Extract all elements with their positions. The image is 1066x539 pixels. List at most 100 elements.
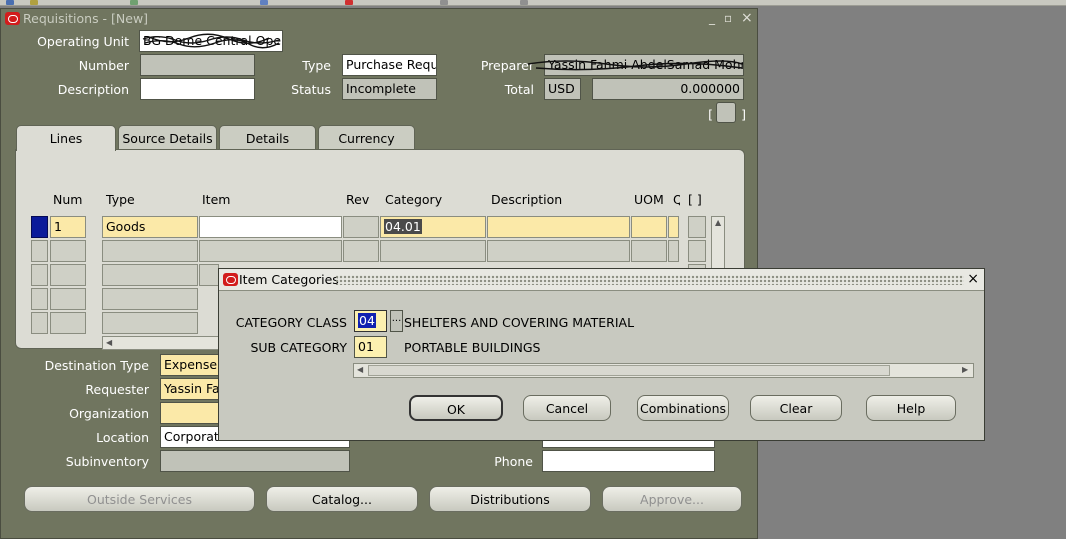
line-category-cell[interactable]: 04.01 <box>380 216 486 238</box>
titlebar-texture <box>335 275 964 285</box>
sub-category-field[interactable]: 01 <box>354 336 387 358</box>
line-num-cell[interactable]: 1 <box>50 216 86 238</box>
phone-field[interactable] <box>542 450 715 472</box>
window-titlebar: Requisitions - [New] _ ▫ × <box>1 9 757 29</box>
scroll-up-icon[interactable]: ▲ <box>715 218 721 227</box>
scrollbar-thumb[interactable] <box>368 365 890 376</box>
toolbar-icon[interactable] <box>345 0 353 5</box>
line-item-cell[interactable] <box>199 216 342 238</box>
minimize-icon[interactable]: _ <box>709 11 715 25</box>
column-header-rev: Rev <box>346 192 370 207</box>
column-header-type: Type <box>106 192 135 207</box>
item-categories-dialog: Item Categories × CATEGORY CLASS 04 ... … <box>218 268 985 441</box>
number-field[interactable] <box>140 54 255 76</box>
clear-button[interactable]: Clear <box>750 395 842 421</box>
close-icon[interactable]: × <box>967 271 979 287</box>
cancel-button[interactable]: Cancel <box>523 395 611 421</box>
line-rev-cell[interactable] <box>343 240 379 262</box>
line-type-cell[interactable]: Goods <box>102 216 198 238</box>
maximize-icon[interactable]: ▫ <box>724 11 732 25</box>
category-value: 04.01 <box>384 219 422 234</box>
flex-bracket-open: [ <box>708 107 713 122</box>
flexfield-button[interactable] <box>716 102 736 123</box>
category-class-label: CATEGORY CLASS <box>235 315 347 330</box>
toolbar-icon[interactable] <box>260 0 268 5</box>
sub-category-label: SUB CATEGORY <box>250 340 347 355</box>
ok-button[interactable]: OK <box>409 395 503 421</box>
line-description-cell[interactable] <box>487 240 630 262</box>
organization-label: Organization <box>69 406 149 421</box>
line-num-cell[interactable] <box>50 288 86 310</box>
line-rev-cell[interactable] <box>343 216 379 238</box>
lines-horizontal-scrollbar[interactable]: ◀ <box>102 336 222 350</box>
combinations-button[interactable]: Combinations <box>637 395 729 421</box>
catalog-button[interactable]: Catalog... <box>266 486 418 512</box>
toolbar-icon[interactable] <box>30 0 38 5</box>
help-button[interactable]: Help <box>866 395 956 421</box>
column-header-uom: UOM <box>634 192 664 207</box>
line-description-cell[interactable] <box>487 216 630 238</box>
oracle-logo-icon <box>5 12 20 25</box>
status-field: Incomplete <box>342 78 437 100</box>
line-q-cell[interactable] <box>668 216 679 238</box>
tab-source-details[interactable]: Source Details <box>118 125 217 149</box>
line-type-cell[interactable] <box>102 312 198 334</box>
line-uom-cell[interactable] <box>631 216 667 238</box>
tab-details[interactable]: Details <box>219 125 316 149</box>
column-header-description: Description <box>491 192 563 207</box>
line-category-cell[interactable] <box>380 240 486 262</box>
currency-field: USD <box>544 78 581 100</box>
destination-type-label: Destination Type <box>44 358 149 373</box>
column-header-flex: [ ] <box>688 192 702 207</box>
type-label: Type <box>302 58 331 73</box>
close-icon[interactable]: × <box>741 11 753 25</box>
window-title: Requisitions - [New] <box>23 11 149 26</box>
toolbar-icon[interactable] <box>6 0 14 5</box>
outside-services-button[interactable]: Outside Services <box>24 486 255 512</box>
dialog-horizontal-scrollbar[interactable]: ◀ ▶ <box>353 363 974 378</box>
subinventory-field[interactable] <box>160 450 350 472</box>
line-num-cell[interactable] <box>50 264 86 286</box>
type-field[interactable]: Purchase Requi <box>342 54 437 76</box>
row-selector-current[interactable] <box>31 216 48 238</box>
phone-label: Phone <box>494 454 533 469</box>
flex-bracket-close: ] <box>741 107 746 122</box>
line-flex-cell[interactable] <box>688 240 706 262</box>
line-type-cell[interactable] <box>102 288 198 310</box>
line-num-cell[interactable] <box>50 240 86 262</box>
operating-unit-label: Operating Unit <box>37 34 129 49</box>
category-class-field[interactable]: 04 <box>354 310 387 332</box>
toolbar-icon[interactable] <box>440 0 448 5</box>
scroll-left-icon[interactable]: ◀ <box>357 365 363 374</box>
tab-lines[interactable]: Lines <box>16 125 116 151</box>
row-selector[interactable] <box>31 264 48 286</box>
row-selector[interactable] <box>31 288 48 310</box>
scroll-left-icon[interactable]: ◀ <box>106 338 112 347</box>
line-flex-cell[interactable] <box>688 216 706 238</box>
line-q-cell[interactable] <box>668 240 679 262</box>
description-field[interactable] <box>140 78 255 100</box>
row-selector[interactable] <box>31 312 48 334</box>
scroll-right-icon[interactable]: ▶ <box>962 365 968 374</box>
line-type-cell[interactable] <box>102 240 198 262</box>
line-uom-cell[interactable] <box>631 240 667 262</box>
row-selector[interactable] <box>31 240 48 262</box>
line-item-cell[interactable] <box>199 264 219 286</box>
column-header-item: Item <box>202 192 231 207</box>
status-label: Status <box>291 82 331 97</box>
tab-currency[interactable]: Currency <box>318 125 415 149</box>
line-num-cell[interactable] <box>50 312 86 334</box>
line-item-cell[interactable] <box>199 240 342 262</box>
line-type-cell[interactable] <box>102 264 198 286</box>
toolbar-icon[interactable] <box>520 0 528 5</box>
requester-label: Requester <box>85 382 149 397</box>
distributions-button[interactable]: Distributions <box>429 486 591 512</box>
column-header-q: Q <box>673 192 680 207</box>
approve-button[interactable]: Approve... <box>602 486 742 512</box>
location-label: Location <box>96 430 149 445</box>
toolbar-icon[interactable] <box>130 0 138 5</box>
lines-vertical-scrollbar[interactable]: ▲ <box>711 216 725 276</box>
toolbar-strip <box>0 0 1066 6</box>
lov-button[interactable]: ... <box>390 310 403 332</box>
dialog-title: Item Categories <box>239 272 339 287</box>
